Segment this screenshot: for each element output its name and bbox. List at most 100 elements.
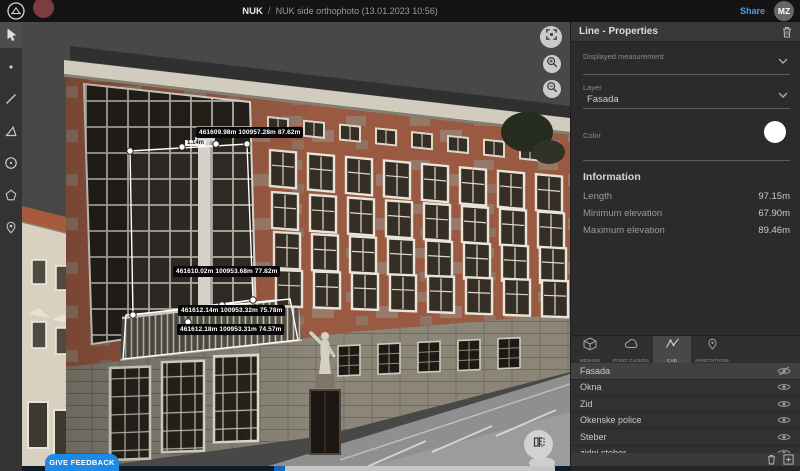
fit-view-button[interactable] [540, 26, 562, 48]
layers-footer [571, 453, 800, 466]
info-label: Length [583, 191, 612, 202]
circle-tool[interactable] [0, 150, 22, 176]
color-swatch[interactable] [764, 121, 786, 143]
marker-tool[interactable] [0, 214, 22, 240]
topbar: NUK / NUK side orthophoto (13.01.2023 10… [0, 0, 800, 22]
breadcrumb-project[interactable]: NUK [242, 6, 263, 17]
eye-icon[interactable] [777, 432, 791, 442]
properties-title: Line - Properties [579, 26, 782, 37]
displayed-measurement-select[interactable]: Displayed measurement [583, 52, 790, 75]
compare-view-button[interactable] [524, 430, 553, 459]
chevron-down-icon [778, 85, 788, 103]
layer-row-zid[interactable]: Zid [571, 396, 800, 413]
zoom-out-button[interactable] [543, 80, 561, 98]
angle-tool[interactable] [0, 118, 22, 144]
cursor-icon [4, 27, 19, 43]
information-title: Information [583, 171, 790, 183]
eye-off-icon[interactable] [777, 366, 791, 376]
fit-view-icon [545, 28, 558, 46]
layer-row-okna[interactable]: Okna [571, 380, 800, 397]
info-label: Maximum elevation [583, 225, 665, 236]
circle-icon [4, 156, 18, 170]
breadcrumb: NUK / NUK side orthophoto (13.01.2023 10… [0, 0, 680, 22]
layer-row-okenske-police[interactable]: Okenske police [571, 413, 800, 430]
layer-label: Okna [580, 382, 602, 392]
info-value: 67.90m [758, 208, 790, 219]
scrollbar-thumb[interactable] [285, 466, 555, 471]
layer-select[interactable]: Layer Fasada [583, 83, 790, 109]
tools-sidebar [0, 22, 22, 471]
pin-icon [706, 337, 719, 356]
measurement-label: 461612.18m 100953.31m 74.57m [177, 324, 284, 335]
field-label: Color [583, 131, 601, 140]
scrollbar-accent [274, 466, 285, 471]
add-layer-icon [783, 454, 794, 465]
measurement-label: 461610.02m 100953.68m 77.82m [173, 266, 280, 277]
tab-point-clouds[interactable]: POINT CLOUDS [609, 336, 653, 363]
properties-panel: Line - Properties Displayed measurement … [570, 22, 800, 337]
tab-annotations[interactable]: ANNOTATIONS [691, 336, 733, 363]
pin-icon [4, 220, 18, 235]
polygon-icon [4, 188, 18, 202]
compare-icon [532, 435, 546, 454]
field-value: Fasada [583, 92, 790, 108]
measurement-label: 461609.98m 100957.28m 87.62m [196, 127, 303, 138]
share-button[interactable]: Share [740, 6, 765, 16]
chevron-down-icon [778, 51, 788, 69]
color-field: Color [583, 117, 790, 161]
zoom-in-button[interactable] [543, 55, 561, 73]
polygon-tool[interactable] [0, 182, 22, 208]
delete-line-button[interactable] [782, 26, 792, 38]
select-tool[interactable] [0, 22, 22, 48]
info-row: Minimum elevation 67.90m [583, 208, 790, 219]
tab-meshes[interactable]: MESHES [571, 336, 609, 363]
line-tool[interactable] [0, 86, 22, 112]
eye-icon[interactable] [777, 415, 791, 425]
point-tool[interactable] [0, 54, 22, 80]
segment-length-label: 1.14m [185, 140, 206, 146]
layer-label: Fasada [580, 366, 610, 376]
field-label: Layer [583, 83, 790, 92]
measurement-label: 461612.14m 100953.32m 75.78m [178, 305, 285, 316]
layers-panel: MESHES POINT CLOUDS CAD [570, 335, 800, 471]
info-value: 97.15m [758, 191, 790, 202]
field-label: Displayed measurement [583, 52, 790, 61]
properties-header: Line - Properties [571, 22, 800, 42]
info-row: Length 97.15m [583, 191, 790, 202]
app-window: NUK / NUK side orthophoto (13.01.2023 10… [0, 0, 800, 471]
layer-row-steber[interactable]: Steber [571, 429, 800, 446]
topbar-right: Share MZ [740, 0, 794, 22]
tab-cad[interactable]: CAD [653, 336, 691, 363]
zoom-in-icon [546, 55, 558, 73]
give-feedback-button[interactable]: GIVE FEEDBACK [45, 454, 119, 471]
eye-icon[interactable] [777, 382, 791, 392]
scene-render [22, 22, 570, 471]
info-value: 89.46m [758, 225, 790, 236]
viewport-3d[interactable]: 461609.98m 100957.28m 87.62m 1.14m 46161… [22, 22, 570, 471]
layer-label: Okenske police [580, 415, 642, 425]
polyline-icon [665, 337, 680, 356]
layer-label: Steber [580, 432, 607, 442]
angle-icon [4, 124, 18, 138]
add-layer-button[interactable] [783, 454, 794, 465]
cloud-icon [624, 337, 639, 356]
breadcrumb-separator: / [268, 6, 271, 17]
field-value [583, 61, 790, 74]
layers-tabbar: MESHES POINT CLOUDS CAD [571, 336, 800, 363]
layer-list: Fasada Okna [571, 363, 800, 453]
user-avatar[interactable]: MZ [774, 1, 794, 21]
layer-row-zidni-steber[interactable]: zidni steber [571, 446, 800, 454]
line-icon [4, 92, 18, 106]
eye-icon[interactable] [777, 399, 791, 409]
trash-icon [767, 454, 776, 465]
zoom-out-icon [546, 80, 558, 98]
breadcrumb-capture[interactable]: NUK side orthophoto (13.01.2023 10:56) [276, 6, 438, 16]
delete-layer-button[interactable] [767, 454, 776, 465]
layer-row-fasada[interactable]: Fasada [571, 363, 800, 380]
panel-bottom-strip [571, 466, 800, 471]
layer-label: Zid [580, 399, 593, 409]
info-label: Minimum elevation [583, 208, 662, 219]
point-icon [4, 60, 18, 74]
trash-icon [782, 26, 792, 38]
info-row: Maximum elevation 89.46m [583, 225, 790, 236]
